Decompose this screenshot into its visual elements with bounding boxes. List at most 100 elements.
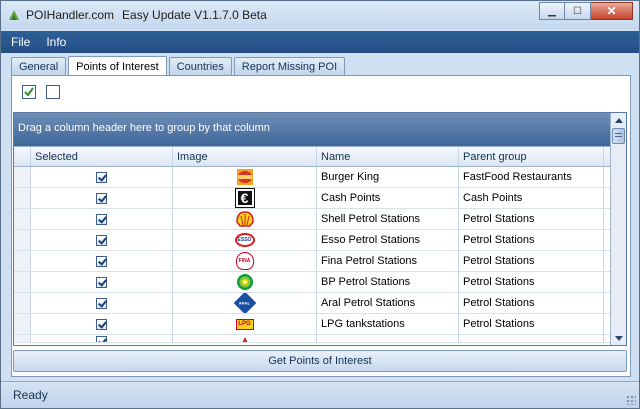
image-cell <box>173 335 317 342</box>
parent-group-cell: Petrol Stations <box>459 314 604 334</box>
selected-cell[interactable] <box>31 209 173 229</box>
selected-cell[interactable] <box>31 293 173 313</box>
selected-checkbox[interactable] <box>96 234 107 246</box>
lpg-logo-icon: LPG <box>235 318 254 330</box>
maximize-button[interactable]: ☐ <box>565 2 591 20</box>
table-row-partial[interactable] <box>14 335 610 343</box>
minimize-button[interactable]: ▁ <box>539 2 565 20</box>
scroll-down-button[interactable] <box>611 331 626 345</box>
menu-bar: File Info <box>1 31 639 53</box>
parent-group-cell: Petrol Stations <box>459 209 604 229</box>
row-indicator[interactable] <box>14 188 31 208</box>
parent-group-cell: Petrol Stations <box>459 251 604 271</box>
shell-logo-icon <box>235 211 254 227</box>
esso-logo-icon: ESSO <box>234 233 255 247</box>
resize-grip[interactable] <box>626 395 636 405</box>
selected-cell[interactable] <box>31 314 173 334</box>
status-text: Ready <box>13 388 48 402</box>
grid-toolbar <box>20 84 68 100</box>
group-by-panel[interactable]: Drag a column header here to group by th… <box>14 113 610 146</box>
row-indicator[interactable] <box>14 251 31 271</box>
selected-cell[interactable] <box>31 272 173 292</box>
selected-cell[interactable] <box>31 230 173 250</box>
uncheck-all-button[interactable] <box>44 84 62 100</box>
close-button[interactable]: ✕ <box>591 2 633 20</box>
column-header-parent-group[interactable]: Parent group <box>459 147 604 166</box>
grid-scrollbar[interactable] <box>610 113 626 345</box>
parent-group-cell: Petrol Stations <box>459 293 604 313</box>
image-cell: ESSO <box>173 230 317 250</box>
row-indicator[interactable] <box>14 230 31 250</box>
table-header: Selected Image Name Parent group <box>14 146 610 167</box>
selected-checkbox[interactable] <box>96 171 107 183</box>
table-row[interactable]: BP Petrol Stations Petrol Stations <box>14 272 610 293</box>
check-all-button[interactable] <box>20 84 38 100</box>
selected-cell[interactable] <box>31 188 173 208</box>
name-cell: Shell Petrol Stations <box>317 209 459 229</box>
table-row[interactable]: ESSO Esso Petrol Stations Petrol Station… <box>14 230 610 251</box>
selected-checkbox[interactable] <box>96 255 107 267</box>
name-cell: Fina Petrol Stations <box>317 251 459 271</box>
fina-logo-icon: FINA <box>235 252 254 270</box>
row-indicator[interactable] <box>14 335 31 342</box>
table-row[interactable]: Shell Petrol Stations Petrol Stations <box>14 209 610 230</box>
selected-cell[interactable] <box>31 335 173 342</box>
tab-strip: General Points of Interest Countries Rep… <box>11 56 347 76</box>
aral-logo-icon: ARAL <box>233 293 256 313</box>
tab-report-missing-poi[interactable]: Report Missing POI <box>233 57 346 76</box>
scroll-thumb[interactable] <box>612 128 625 144</box>
window-title: Easy Update V1.1.7.0 Beta <box>122 8 267 22</box>
row-indicator[interactable] <box>14 167 31 187</box>
selected-checkbox[interactable] <box>96 297 107 309</box>
column-header-name[interactable]: Name <box>317 147 459 166</box>
name-cell: Burger King <box>317 167 459 187</box>
title-bar: POIHandler.com Easy Update V1.1.7.0 Beta… <box>1 1 639 29</box>
poi-table: Selected Image Name Parent group Burger … <box>14 146 610 343</box>
citroen-logo-icon <box>241 336 248 342</box>
menu-info[interactable]: Info <box>40 35 72 49</box>
poi-grid: Drag a column header here to group by th… <box>13 112 627 346</box>
chevron-down-icon <box>614 335 623 341</box>
name-cell: Cash Points <box>317 188 459 208</box>
close-icon: ✕ <box>606 4 617 18</box>
burger-king-logo-icon <box>236 169 253 185</box>
selected-checkbox[interactable] <box>96 336 107 342</box>
app-name: POIHandler.com <box>26 8 115 22</box>
tab-page-points-of-interest: Drag a column header here to group by th… <box>11 75 631 377</box>
name-cell: Esso Petrol Stations <box>317 230 459 250</box>
selected-cell[interactable] <box>31 251 173 271</box>
image-cell <box>173 167 317 187</box>
selected-checkbox[interactable] <box>96 276 107 288</box>
table-row[interactable]: Burger King FastFood Restaurants <box>14 167 610 188</box>
selected-cell[interactable] <box>31 167 173 187</box>
table-row[interactable]: ARAL Aral Petrol Stations Petrol Station… <box>14 293 610 314</box>
tab-general[interactable]: General <box>11 57 67 76</box>
bp-logo-icon <box>236 274 253 290</box>
esso-text: ESSO <box>237 237 252 243</box>
tab-points-of-interest[interactable]: Points of Interest <box>68 56 167 76</box>
selected-checkbox[interactable] <box>96 192 107 204</box>
row-indicator[interactable] <box>14 272 31 292</box>
minimize-icon: ▁ <box>548 5 556 17</box>
check-all-icon <box>22 85 36 99</box>
maximize-icon: ☐ <box>573 5 582 17</box>
selected-checkbox[interactable] <box>96 318 107 330</box>
row-indicator[interactable] <box>14 314 31 334</box>
column-header-image[interactable]: Image <box>173 147 317 166</box>
row-indicator[interactable] <box>14 209 31 229</box>
table-row[interactable]: LPG LPG tankstations Petrol Stations <box>14 314 610 335</box>
name-cell: LPG tankstations <box>317 314 459 334</box>
table-row[interactable]: FINA Fina Petrol Stations Petrol Station… <box>14 251 610 272</box>
image-cell: LPG <box>173 314 317 334</box>
selected-checkbox[interactable] <box>96 213 107 225</box>
image-cell <box>173 272 317 292</box>
table-row[interactable]: € Cash Points Cash Points <box>14 188 610 209</box>
row-indicator[interactable] <box>14 293 31 313</box>
name-cell <box>317 335 459 342</box>
menu-file[interactable]: File <box>5 35 36 49</box>
get-points-of-interest-button[interactable]: Get Points of Interest <box>13 350 627 372</box>
lpg-text: LPG <box>238 321 251 327</box>
column-header-selected[interactable]: Selected <box>31 147 173 166</box>
tab-countries[interactable]: Countries <box>168 57 232 76</box>
scroll-up-button[interactable] <box>611 113 626 127</box>
